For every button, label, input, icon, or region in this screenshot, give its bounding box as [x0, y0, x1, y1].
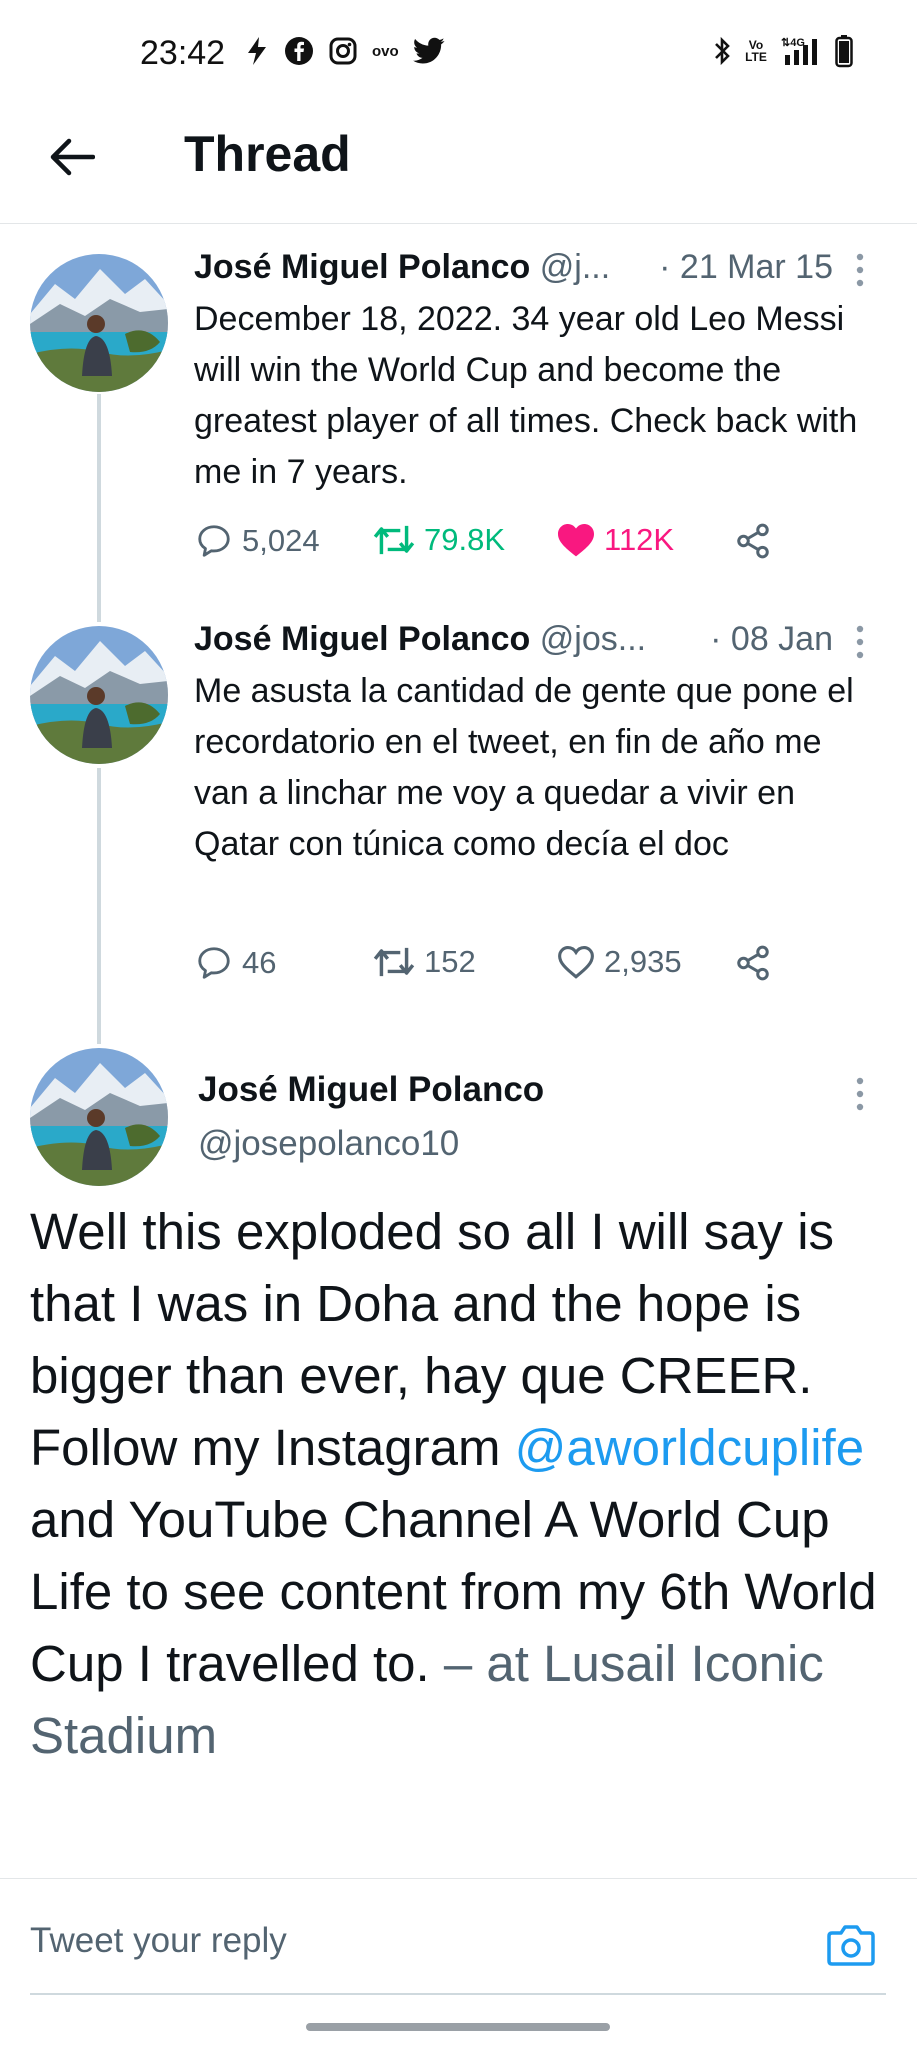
tweet-text: December 18, 2022. 34 year old Leo Messi… [194, 300, 858, 491]
reply-icon [198, 525, 230, 557]
tweet-date[interactable]: · 08 Jan [710, 620, 833, 659]
reply-input[interactable]: Tweet your reply [30, 1921, 287, 1961]
share-icon [737, 945, 769, 981]
more-options-button[interactable] [847, 622, 873, 662]
status-time: 23:42 [140, 34, 226, 72]
heart-icon [558, 523, 594, 557]
reply-bar: Tweet your reply [0, 1878, 917, 1999]
tweet-header: José Miguel Polanco @j... [194, 248, 610, 287]
author-name[interactable]: José Miguel Polanco [194, 620, 530, 658]
main-tweet-text: Well this exploded so all I will say is … [30, 1196, 890, 1772]
twitter-icon [412, 37, 445, 65]
battery-icon [835, 34, 853, 68]
more-options-button[interactable] [847, 1074, 873, 1114]
like-count: 2,935 [604, 944, 682, 979]
reply-button[interactable]: 5,024 [194, 522, 320, 560]
author-name[interactable]: José Miguel Polanco [194, 248, 530, 286]
reply-button[interactable]: 46 [194, 944, 276, 982]
notification-icons: ovo [244, 36, 445, 66]
like-button[interactable]: 112K [556, 522, 674, 558]
instagram-icon [328, 36, 358, 66]
facebook-icon [284, 36, 314, 66]
author-name[interactable]: José Miguel Polanco [198, 1070, 544, 1110]
tweet-header: José Miguel Polanco @jos... [194, 620, 646, 659]
app-header: Thread [0, 105, 917, 224]
reply-underline [30, 1993, 886, 1995]
retweet-icon [373, 947, 415, 977]
camera-button[interactable] [823, 1917, 879, 1973]
retweet-button[interactable]: 152 [372, 944, 476, 980]
like-count: 112K [604, 522, 675, 557]
page-title: Thread [184, 126, 351, 182]
more-vertical-icon [856, 253, 864, 287]
tweet-actions: 5,024 79.8K 112K [194, 522, 794, 572]
svg-text:⇅4G: ⇅4G [781, 37, 805, 49]
heart-outline-icon [558, 946, 594, 979]
tweet-actions: 46 152 2,935 [194, 944, 794, 994]
tweet-date[interactable]: · 21 Mar 15 [659, 248, 833, 287]
back-arrow-icon [50, 138, 95, 176]
avatar[interactable] [30, 1048, 168, 1186]
signal-app-icon [244, 36, 270, 66]
ovo-icon: ovo [372, 42, 399, 60]
network-4g-icon: ⇅4G [779, 35, 823, 67]
retweet-count: 79.8K [424, 522, 506, 557]
reply-count: 46 [242, 945, 277, 980]
author-handle[interactable]: @j... [540, 248, 610, 286]
volte-icon: Vo LTE [745, 38, 767, 64]
avatar[interactable] [30, 254, 168, 392]
camera-icon [827, 1925, 875, 1966]
more-vertical-icon [856, 1077, 864, 1111]
retweet-count: 152 [424, 944, 476, 979]
more-vertical-icon [856, 625, 864, 659]
thread-tweet[interactable]: José Miguel Polanco @jos... · 08 Jan Me … [0, 620, 917, 1022]
author-handle[interactable]: @jos... [540, 620, 646, 658]
tweet-text: Me asusta la cantidad de gente que pone … [194, 672, 854, 863]
more-options-button[interactable] [847, 250, 873, 290]
author-handle[interactable]: @josepolanco10 [198, 1124, 459, 1164]
share-icon [737, 523, 769, 559]
home-indicator[interactable] [306, 2023, 610, 2031]
back-button[interactable] [42, 127, 102, 187]
retweet-icon [373, 525, 415, 555]
avatar[interactable] [30, 626, 168, 764]
reply-icon [198, 947, 230, 979]
retweet-button[interactable]: 79.8K [372, 522, 505, 558]
share-button[interactable] [734, 522, 772, 560]
status-bar: 23:42 ovo Vo LTE ⇅4G [0, 0, 917, 105]
reply-count: 5,024 [242, 523, 320, 558]
bluetooth-icon [713, 35, 733, 67]
thread-tweet[interactable]: José Miguel Polanco @j... · 21 Mar 15 De… [0, 248, 917, 580]
like-button[interactable]: 2,935 [556, 944, 682, 980]
share-button[interactable] [734, 944, 772, 982]
system-icons: Vo LTE ⇅4G [713, 34, 853, 68]
mention-link[interactable]: @aworldcuplife [515, 1419, 864, 1476]
